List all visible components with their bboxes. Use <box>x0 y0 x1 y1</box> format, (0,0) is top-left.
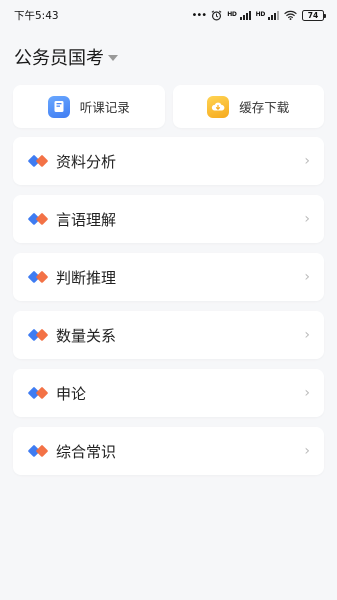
chevron-right-icon: › <box>304 443 310 459</box>
page-title: 公务员国考 <box>14 48 104 69</box>
subject-label: 资料分析 <box>56 152 117 171</box>
quick-actions: 听课记录 缓存下载 <box>0 85 337 128</box>
cache-download-label: 缓存下载 <box>239 100 290 115</box>
subject-label: 综合常识 <box>56 442 117 461</box>
status-bar: 下午5:43 ••• HD HD 74 <box>0 0 337 30</box>
subject-label: 判断推理 <box>56 268 117 287</box>
wifi-icon <box>284 10 297 20</box>
diamond-logo-icon <box>28 329 48 341</box>
hd-icon: HD <box>227 11 237 18</box>
status-time: 下午5:43 <box>14 9 59 22</box>
lecture-history-button[interactable]: 听课记录 <box>13 85 165 128</box>
notebook-icon <box>47 95 70 118</box>
diamond-logo-icon <box>28 445 48 457</box>
diamond-logo-icon <box>28 271 48 283</box>
exam-selector[interactable]: 公务员国考 <box>0 35 337 79</box>
subject-list: 资料分析 › 言语理解 › 判断推理 › 数量关系 › 申论 › 综合常识 › <box>0 137 337 475</box>
more-dots-icon: ••• <box>191 9 207 21</box>
status-icons: ••• HD HD 74 <box>191 9 326 21</box>
caret-down-icon <box>108 55 118 61</box>
diamond-logo-icon <box>28 155 48 167</box>
chevron-right-icon: › <box>304 153 310 169</box>
cache-download-button[interactable]: 缓存下载 <box>172 85 324 128</box>
subject-item-general-knowledge[interactable]: 综合常识 › <box>13 427 324 475</box>
alarm-icon <box>211 9 222 20</box>
battery-icon: 74 <box>302 9 326 21</box>
chevron-right-icon: › <box>304 269 310 285</box>
lecture-history-label: 听课记录 <box>79 100 130 115</box>
subject-item-reasoning[interactable]: 判断推理 › <box>13 253 324 301</box>
chevron-right-icon: › <box>304 385 310 401</box>
diamond-logo-icon <box>28 387 48 399</box>
signal-icon <box>268 10 279 20</box>
signal-icon <box>239 10 251 20</box>
subject-label: 数量关系 <box>56 326 117 345</box>
chevron-right-icon: › <box>304 327 310 343</box>
subject-label: 言语理解 <box>56 210 117 229</box>
subject-item-quantitative[interactable]: 数量关系 › <box>13 311 324 359</box>
subject-item-verbal[interactable]: 言语理解 › <box>13 195 324 243</box>
subject-item-data-analysis[interactable]: 资料分析 › <box>13 137 324 185</box>
download-cloud-icon <box>207 95 230 118</box>
hd-icon: HD <box>255 11 266 18</box>
subject-label: 申论 <box>56 384 87 403</box>
diamond-logo-icon <box>28 213 48 225</box>
subject-item-essay[interactable]: 申论 › <box>13 369 324 417</box>
chevron-right-icon: › <box>304 211 310 227</box>
